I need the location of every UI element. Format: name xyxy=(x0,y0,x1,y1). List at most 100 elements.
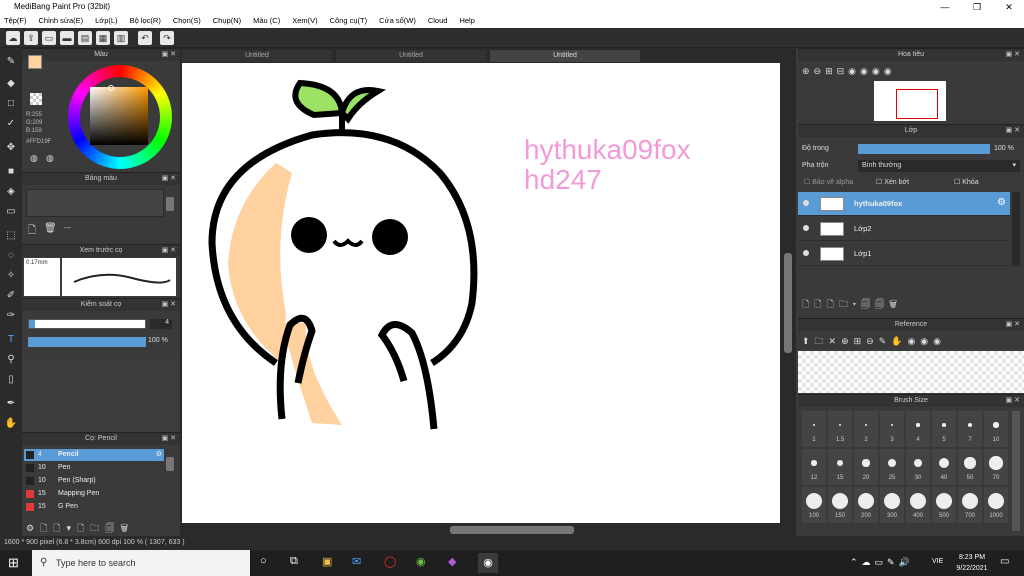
saturation-square[interactable] xyxy=(90,87,148,145)
brush-size-cell[interactable]: 2 xyxy=(854,411,878,447)
notification-icon[interactable]: ▭ xyxy=(1000,556,1009,567)
lasso-tool-icon[interactable]: ◌ xyxy=(3,248,19,264)
delete-palette-icon[interactable]: 🗑 xyxy=(44,223,57,234)
grid-icon[interactable]: ▦ xyxy=(96,31,110,45)
menu-tools[interactable]: Công cụ(T) xyxy=(330,14,368,28)
dot-tool-icon[interactable]: □ xyxy=(3,96,19,112)
medibang-taskbar-icon[interactable]: ◉ xyxy=(478,553,498,573)
brush-size-cell[interactable]: 3 xyxy=(880,411,904,447)
color-mode-icon[interactable]: ◍ xyxy=(30,153,38,164)
menu-file[interactable]: Tệp(F) xyxy=(4,14,27,28)
brush-size-menu-icon[interactable]: ▣ ✕ xyxy=(1006,395,1020,407)
cloud-icon[interactable]: ☁ xyxy=(6,31,20,45)
brush-size-cell[interactable]: 5 xyxy=(932,411,956,447)
clock[interactable]: 8:23 PM 9/22/2021 xyxy=(952,552,992,574)
navigator-toolbar[interactable]: ⊕⊖⊞⊟◉◉◉◉ xyxy=(802,66,896,77)
bucket-tool-icon[interactable]: ◈ xyxy=(3,184,19,200)
select-tool-icon[interactable]: ⬚ xyxy=(3,228,19,244)
palette-scrollbar[interactable] xyxy=(166,197,174,211)
fill-rect-icon[interactable]: ■ xyxy=(3,164,19,180)
menu-window[interactable]: Cửa sổ(W) xyxy=(379,14,416,28)
app-icon[interactable]: ◉ xyxy=(416,555,426,568)
brush-size-cell[interactable]: 25 xyxy=(880,449,904,485)
palette-area[interactable] xyxy=(26,189,164,217)
close-button[interactable]: ✕ xyxy=(994,0,1024,14)
brush-size-cell[interactable]: 700 xyxy=(958,487,982,523)
layer-visibility-icon[interactable] xyxy=(803,250,809,256)
store-icon[interactable]: ▣ xyxy=(322,555,332,568)
palette-menu-icon[interactable]: ▣ ✕ xyxy=(162,173,176,185)
opera-icon[interactable]: ◯ xyxy=(384,555,396,568)
brush-size-cell[interactable]: 1.5 xyxy=(828,411,852,447)
redo-icon[interactable]: ↷ xyxy=(160,31,174,45)
text-tool-icon[interactable]: T xyxy=(3,332,19,348)
vertical-scrollbar-track[interactable] xyxy=(782,63,794,523)
divide-tool-icon[interactable]: ▯ xyxy=(3,372,19,388)
lock-checkbox[interactable]: ☐ Khóa xyxy=(954,178,979,186)
cortana-icon[interactable]: ○ xyxy=(260,555,267,567)
brush-size-cell[interactable]: 12 xyxy=(802,449,826,485)
task-view-icon[interactable]: ⧉ xyxy=(290,555,298,568)
move-tool-icon[interactable]: ✥ xyxy=(3,140,19,156)
brush-size-cell[interactable]: 200 xyxy=(854,487,878,523)
brush-size-cell[interactable]: 300 xyxy=(880,487,904,523)
brush-opacity-slider[interactable] xyxy=(28,337,146,347)
eraser-tool-icon[interactable]: ◆ xyxy=(3,76,19,92)
upload-icon[interactable]: ⇪ xyxy=(24,31,38,45)
brush-size-cell[interactable]: 1000 xyxy=(984,487,1008,523)
panel-menu-icon[interactable]: ▣ ✕ xyxy=(162,49,176,61)
brush-size-cell[interactable]: 100 xyxy=(802,487,826,523)
brush-tool-icon[interactable]: ✎ xyxy=(3,54,19,70)
blend-mode-select[interactable]: Bình thường ▾ xyxy=(858,160,1020,172)
brush-list-item[interactable]: 15 Mapping Pen xyxy=(24,488,164,500)
brush-list-actions[interactable]: ⚙🗋🗋▾🗋🗀🗐🗑 xyxy=(26,521,134,537)
brush-list-scrollbar[interactable] xyxy=(166,457,174,471)
reference-image-area[interactable] xyxy=(798,351,1024,393)
layer-opacity-slider[interactable] xyxy=(858,144,990,154)
color-history-icon[interactable]: ◍ xyxy=(46,153,54,164)
reference-menu-icon[interactable]: ▣ ✕ xyxy=(1006,319,1020,331)
magic-tool-icon[interactable]: ✓ xyxy=(3,116,19,132)
comment-icon[interactable]: ▭ xyxy=(42,31,56,45)
undo-icon[interactable]: ↶ xyxy=(138,31,152,45)
layer-visibility-icon[interactable] xyxy=(803,225,809,231)
brush-size-scrollbar[interactable] xyxy=(1012,411,1020,531)
mail-icon[interactable]: ✉ xyxy=(352,555,361,568)
minimize-button[interactable]: — xyxy=(930,0,960,14)
color-picker-cursor[interactable] xyxy=(108,85,114,91)
brush-size-cell[interactable]: 30 xyxy=(906,449,930,485)
brush-list-item[interactable]: 10 Pen xyxy=(24,462,164,474)
menu-snap[interactable]: Chụp(N) xyxy=(213,14,241,28)
eyedropper-tool-icon[interactable]: ✒ xyxy=(3,396,19,412)
panel-icon[interactable]: ▤ xyxy=(78,31,92,45)
menu-cloud[interactable]: Cloud xyxy=(428,14,448,28)
layers-scrollbar[interactable] xyxy=(1012,192,1020,266)
horizontal-scrollbar-thumb[interactable] xyxy=(450,526,574,534)
brush-size-input[interactable]: 4 xyxy=(150,319,172,329)
background-color-swatch[interactable] xyxy=(30,93,42,105)
brush-list-item[interactable]: 4 Pencil ⚙ xyxy=(24,449,164,461)
add-palette-icon[interactable]: 🗋 xyxy=(28,223,36,240)
brush-size-cell[interactable]: 15 xyxy=(828,449,852,485)
clipping-checkbox[interactable]: ☐ Xén bớt xyxy=(876,178,909,186)
layers-menu-icon[interactable]: ▣ ✕ xyxy=(1006,125,1020,137)
brush-list-item[interactable]: 15 G Pen xyxy=(24,501,164,513)
input-language[interactable]: VIE xyxy=(932,558,943,565)
menu-help[interactable]: Help xyxy=(459,14,474,28)
brush-size-cell[interactable]: 1 xyxy=(802,411,826,447)
menu-select[interactable]: Chọn(S) xyxy=(173,14,201,28)
gear-icon[interactable]: ⚙ xyxy=(156,449,162,461)
vertical-scrollbar-thumb[interactable] xyxy=(784,253,792,353)
brush-size-cell[interactable]: 10 xyxy=(984,411,1008,447)
foreground-color-swatch[interactable] xyxy=(28,55,42,69)
hand-tool-icon[interactable]: ✋ xyxy=(3,416,19,432)
paint-app-icon[interactable]: ◆ xyxy=(448,555,456,568)
menu-color[interactable]: Màu (C) xyxy=(253,14,280,28)
menu-view[interactable]: Xem(V) xyxy=(292,14,317,28)
magic-wand-icon[interactable]: ✧ xyxy=(3,268,19,284)
gradient-tool-icon[interactable]: ▭ xyxy=(3,204,19,220)
tab-untitled-3[interactable]: Untitled xyxy=(490,50,640,62)
maximize-button[interactable]: ❐ xyxy=(962,0,992,14)
select-eraser-icon[interactable]: ✑ xyxy=(3,308,19,324)
navigator-view-rect[interactable] xyxy=(896,89,938,119)
